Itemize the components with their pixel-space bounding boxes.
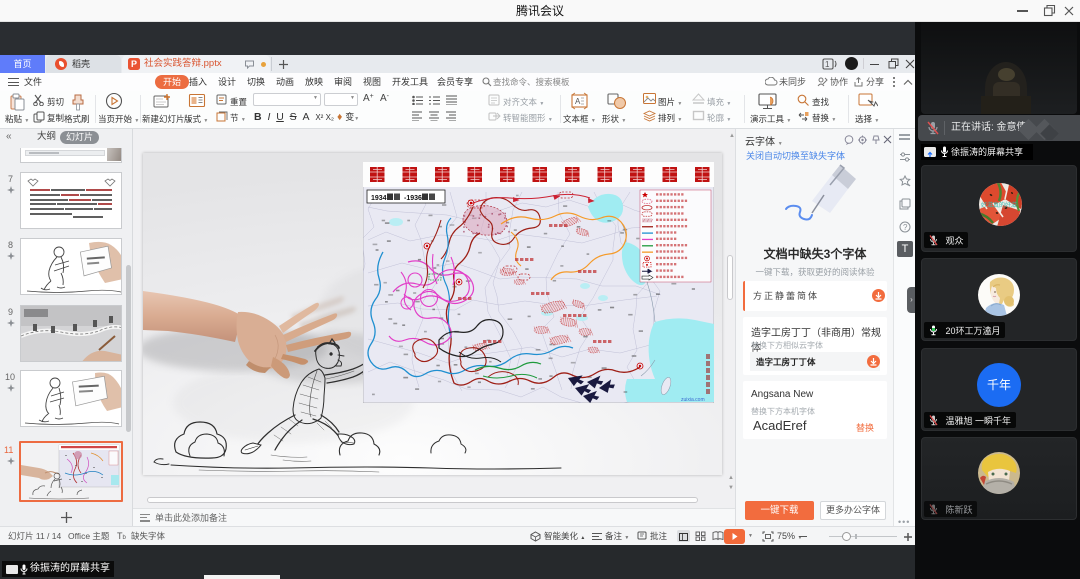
svg-text:好滋真的好滋: 好滋真的好滋 <box>981 201 1017 209</box>
svg-text:A: A <box>575 97 581 106</box>
svg-text:1934: 1934 <box>371 195 387 202</box>
svg-text:zuixia.com: zuixia.com <box>681 397 705 403</box>
svg-text:1: 1 <box>825 60 830 69</box>
svg-text:-1936: -1936 <box>404 195 422 202</box>
svg-text:?: ? <box>903 223 908 232</box>
